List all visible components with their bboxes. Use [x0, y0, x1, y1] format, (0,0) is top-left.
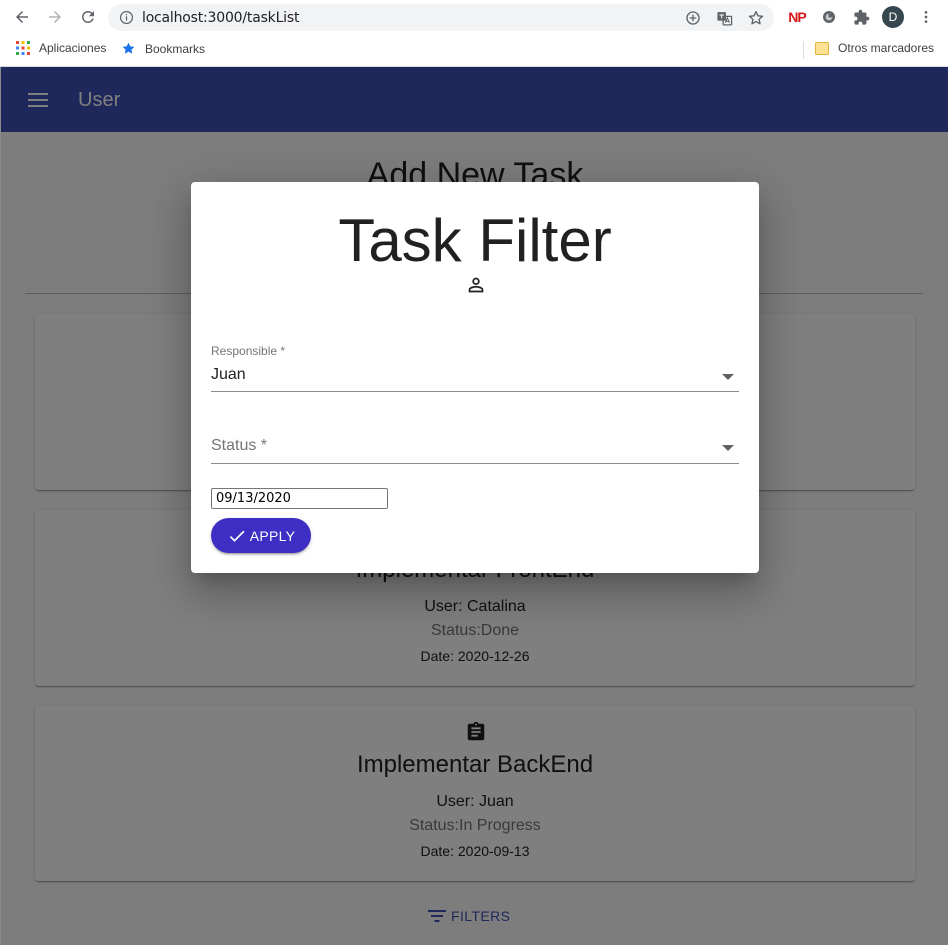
status-label: Status *: [211, 437, 268, 454]
bookmark-apps[interactable]: Aplicaciones: [16, 41, 106, 55]
extension-button[interactable]: [819, 7, 839, 27]
star-filled-icon: [122, 42, 135, 54]
dropdown-arrow-icon[interactable]: [722, 374, 734, 380]
bookmarks-bar: Aplicaciones Bookmarks Otros marcadores: [0, 34, 948, 67]
url-text[interactable]: localhost:3000/taskList: [142, 10, 299, 26]
arrow-left-icon: [16, 11, 28, 23]
back-button[interactable]: [12, 7, 32, 27]
person-outline-icon: [468, 277, 484, 293]
apply-button[interactable]: APPLY: [211, 518, 311, 553]
translate-icon: [716, 11, 732, 26]
other-bookmarks-folder[interactable]: Otros marcadores: [815, 41, 934, 55]
bookmark-label: Aplicaciones: [39, 41, 107, 55]
info-icon[interactable]: [119, 10, 134, 25]
forward-button[interactable]: [45, 7, 65, 27]
address-bar[interactable]: localhost:3000/taskList: [108, 4, 774, 31]
browser-menu-button[interactable]: [916, 7, 936, 27]
date-input[interactable]: 09/13/2020: [211, 488, 388, 509]
add-circle-icon: [686, 11, 700, 25]
profile-avatar[interactable]: D: [882, 6, 904, 28]
puzzle-icon: [853, 9, 869, 25]
field-underline: [211, 391, 739, 392]
responsible-value[interactable]: Juan: [211, 366, 246, 384]
field-underline: [211, 463, 739, 464]
app-viewport: User Add New Task Implementar FrontEnd U…: [0, 67, 948, 945]
extensions-menu-button[interactable]: [851, 7, 871, 27]
bookmark-bookmarks[interactable]: Bookmarks: [121, 41, 205, 56]
responsible-select[interactable]: Responsible * Juan: [211, 344, 739, 392]
bookmarks-divider: [803, 41, 804, 59]
reload-button[interactable]: [78, 7, 98, 27]
bookmark-label: Bookmarks: [145, 41, 206, 56]
status-select[interactable]: Status *: [211, 437, 739, 465]
responsible-label: Responsible *: [211, 344, 286, 358]
star-outline-icon: [748, 10, 764, 25]
bookmark-star-button[interactable]: [747, 9, 765, 27]
arrow-right-icon: [49, 11, 61, 23]
extension-circle-icon: [823, 11, 835, 23]
check-icon: [229, 530, 245, 542]
apply-label: APPLY: [249, 527, 296, 544]
task-filter-dialog: Task Filter Responsible * Juan Status * …: [191, 182, 759, 573]
bookmark-label: Otros marcadores: [838, 41, 935, 55]
more-vert-icon: [924, 11, 928, 23]
folder-icon: [815, 42, 829, 55]
browser-toolbar: localhost:3000/taskList NP D: [0, 0, 948, 34]
np-extension-button[interactable]: NP: [787, 7, 807, 27]
translate-button[interactable]: [715, 9, 733, 27]
install-app-button[interactable]: [684, 9, 702, 27]
dropdown-arrow-icon[interactable]: [722, 445, 734, 451]
dialog-title: Task Filter: [338, 207, 612, 274]
reload-icon: [81, 10, 94, 23]
apps-grid-icon: [16, 41, 30, 55]
